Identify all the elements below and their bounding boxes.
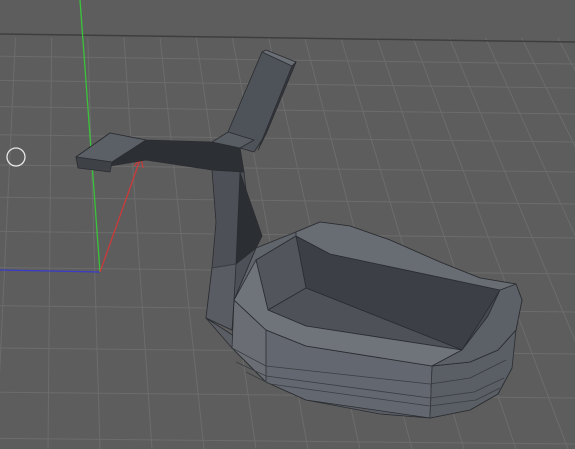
3d-viewport[interactable] xyxy=(0,0,575,449)
viewport-canvas[interactable] xyxy=(0,0,575,449)
